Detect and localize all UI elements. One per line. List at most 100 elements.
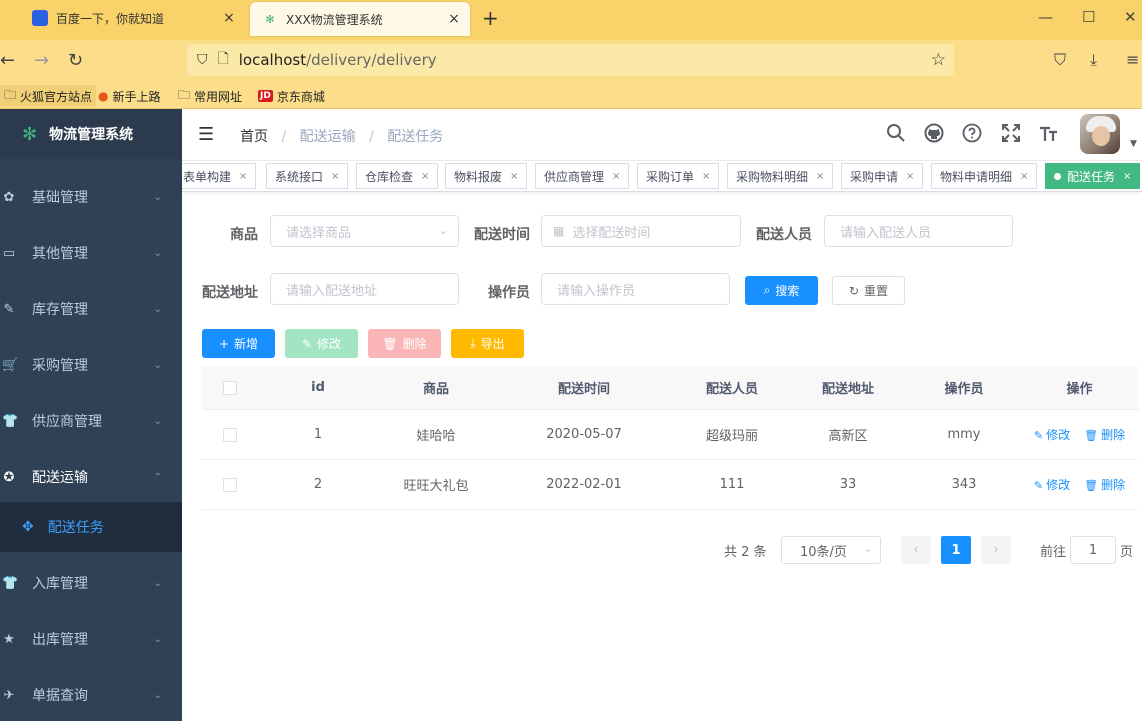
active-dot-icon (1054, 172, 1061, 180)
sidebar-item-purchase[interactable]: 🛒 采购管理 ⌄ (0, 337, 182, 393)
breadcrumb: 首页 / 配送运输 / 配送任务 (240, 126, 443, 146)
close-icon[interactable]: × (702, 171, 710, 182)
breadcrumb-separator: / (369, 129, 374, 145)
sidebar-item-delivery[interactable]: ✪ 配送运输 ⌃ (0, 449, 182, 505)
bookmark-item[interactable]: ● 新手上路 (98, 85, 161, 107)
tag-item[interactable]: 供应商管理 × (535, 163, 630, 189)
url-text: localhost/delivery/delivery (238, 51, 437, 69)
close-icon[interactable]: × (510, 171, 518, 182)
address-input[interactable]: 请输入配送地址 (270, 273, 459, 305)
browser-tab-active[interactable]: ✻ XXX物流管理系统 × (250, 2, 470, 36)
page-size-select[interactable]: 10条/页 ⌄ (781, 536, 881, 564)
back-icon[interactable]: ← (0, 50, 15, 71)
tag-label: 采购物料明细 (736, 169, 809, 184)
bookmark-item[interactable]: 🗀 常用网址 (178, 85, 242, 107)
close-icon[interactable]: × (421, 171, 429, 182)
time-picker[interactable]: ▦ 选择配送时间 (541, 215, 741, 247)
tag-item[interactable]: 采购物料明细 × (727, 163, 834, 189)
search-button[interactable]: ⌕ 搜索 (745, 276, 818, 305)
sidebar-logo[interactable]: ✻ 物流管理系统 (0, 109, 182, 159)
close-icon[interactable]: × (612, 171, 620, 182)
sidebar-item-outbound[interactable]: ★ 出库管理 ⌄ (0, 611, 182, 667)
pocket-icon[interactable]: ⛉ (1054, 50, 1066, 70)
reset-button[interactable]: ↻ 重置 (832, 276, 905, 305)
browser-tab-title: XXX物流管理系统 (286, 12, 383, 27)
row-delete-link[interactable]: 🗑 删除 (1084, 476, 1125, 493)
tag-item[interactable]: 采购申请 × (841, 163, 924, 189)
close-icon[interactable]: × (331, 171, 339, 182)
window-close-icon[interactable]: ✕ (1124, 8, 1137, 26)
goods-select[interactable]: 请选择商品 ⌄ (270, 215, 459, 247)
forward-icon[interactable]: → (34, 50, 49, 71)
sidebar-item-inventory[interactable]: ✎ 库存管理 ⌄ (0, 281, 182, 337)
bookmark-label: 火狐官方站点 (20, 89, 93, 104)
select-all-checkbox[interactable] (222, 380, 237, 395)
row-checkbox[interactable] (222, 477, 237, 492)
sidebar-item-documents[interactable]: ✈ 单据查询 ⌄ (0, 667, 182, 721)
edit-button[interactable]: ✎ 修改 (285, 329, 358, 358)
tag-item[interactable]: 系统接口 × (266, 163, 349, 189)
row-delete-link[interactable]: 🗑 删除 (1084, 426, 1125, 443)
tag-item-active[interactable]: 配送任务 × (1045, 163, 1141, 189)
avatar[interactable] (1080, 114, 1120, 154)
prev-page-button[interactable]: ‹ (901, 536, 931, 564)
firefox-icon: ● (98, 89, 109, 103)
tag-item[interactable]: 物料报废 × (445, 163, 528, 189)
chevron-down-icon: ⌄ (153, 191, 162, 203)
close-icon[interactable]: × (906, 171, 914, 182)
help-icon[interactable] (962, 123, 982, 148)
close-icon[interactable]: × (1020, 171, 1028, 182)
sidebar-subitem-delivery-task[interactable]: ✥ 配送任务 (0, 502, 182, 552)
caret-down-icon[interactable]: ▼ (1130, 139, 1137, 149)
close-icon[interactable]: × (444, 11, 464, 27)
close-icon[interactable]: × (239, 171, 247, 182)
close-icon[interactable]: × (1123, 171, 1131, 182)
export-button-label: 导出 (480, 337, 505, 351)
cell-time: 2022-02-01 (546, 477, 622, 492)
new-tab-button[interactable]: + (482, 6, 499, 30)
goto-page-input[interactable]: 1 (1070, 536, 1116, 564)
breadcrumb-home[interactable]: 首页 (240, 129, 268, 145)
shield-icon[interactable]: ⛉ (197, 52, 208, 68)
download-icon[interactable]: ⤓ (1090, 50, 1097, 70)
row-edit-link[interactable]: ✎ 修改 (1034, 476, 1070, 493)
menu-icon[interactable]: ≡ (1126, 50, 1139, 69)
minimize-icon[interactable]: — (1038, 8, 1053, 26)
github-icon[interactable] (924, 123, 944, 148)
sidebar-item-label: 其他管理 (32, 246, 88, 262)
next-page-button[interactable]: › (981, 536, 1011, 564)
row-edit-link[interactable]: ✎ 修改 (1034, 426, 1070, 443)
shirt-icon: 👕 (2, 413, 19, 429)
row-checkbox[interactable] (222, 427, 237, 442)
sidebar-item-inbound[interactable]: 👕 入库管理 ⌄ (0, 555, 182, 611)
bookmark-label: 常用网址 (194, 89, 243, 104)
font-size-icon[interactable] (1039, 123, 1059, 148)
add-button[interactable]: + 新增 (202, 329, 275, 358)
tag-item[interactable]: 表单构建 × (182, 163, 257, 189)
tag-item[interactable]: 物料申请明细 × (931, 163, 1038, 189)
browser-tab-baidu[interactable]: 🐾 百度一下，你就知道 × (20, 0, 245, 36)
operator-input[interactable]: 请输入操作员 (541, 273, 730, 305)
bookmark-item[interactable]: 🗀 火狐官方站点 (0, 85, 97, 107)
bookmark-star-icon[interactable]: ☆ (931, 50, 946, 70)
tag-item[interactable]: 仓库检查 × (356, 163, 439, 189)
chevron-down-icon: ⌄ (438, 224, 448, 237)
delete-button[interactable]: 🗑 删除 (368, 329, 441, 358)
close-icon[interactable]: × (816, 171, 824, 182)
search-icon[interactable] (886, 123, 906, 148)
tag-item[interactable]: 采购订单 × (637, 163, 720, 189)
bookmark-item[interactable]: JD 京东商城 (258, 85, 325, 107)
menu-toggle-icon[interactable]: ☰ (198, 124, 214, 145)
maximize-icon[interactable]: ☐ (1082, 8, 1095, 26)
reload-icon[interactable]: ↻ (68, 50, 83, 71)
sidebar-item-other[interactable]: ▭ 其他管理 ⌄ (0, 225, 182, 281)
fullscreen-icon[interactable] (1001, 123, 1021, 148)
sidebar-item-label: 配送任务 (47, 520, 104, 536)
address-bar[interactable]: ⛉ 🗋 localhost/delivery/delivery ☆ (187, 44, 954, 76)
sidebar-item-basic[interactable]: ✿ 基础管理 ⌄ (0, 169, 182, 225)
export-button[interactable]: ⤓ 导出 (451, 329, 524, 358)
close-icon[interactable]: × (219, 10, 239, 26)
sidebar-item-supplier[interactable]: 👕 供应商管理 ⌄ (0, 393, 182, 449)
person-input[interactable]: 请输入配送人员 (824, 215, 1013, 247)
page-number-current[interactable]: 1 (941, 536, 971, 564)
